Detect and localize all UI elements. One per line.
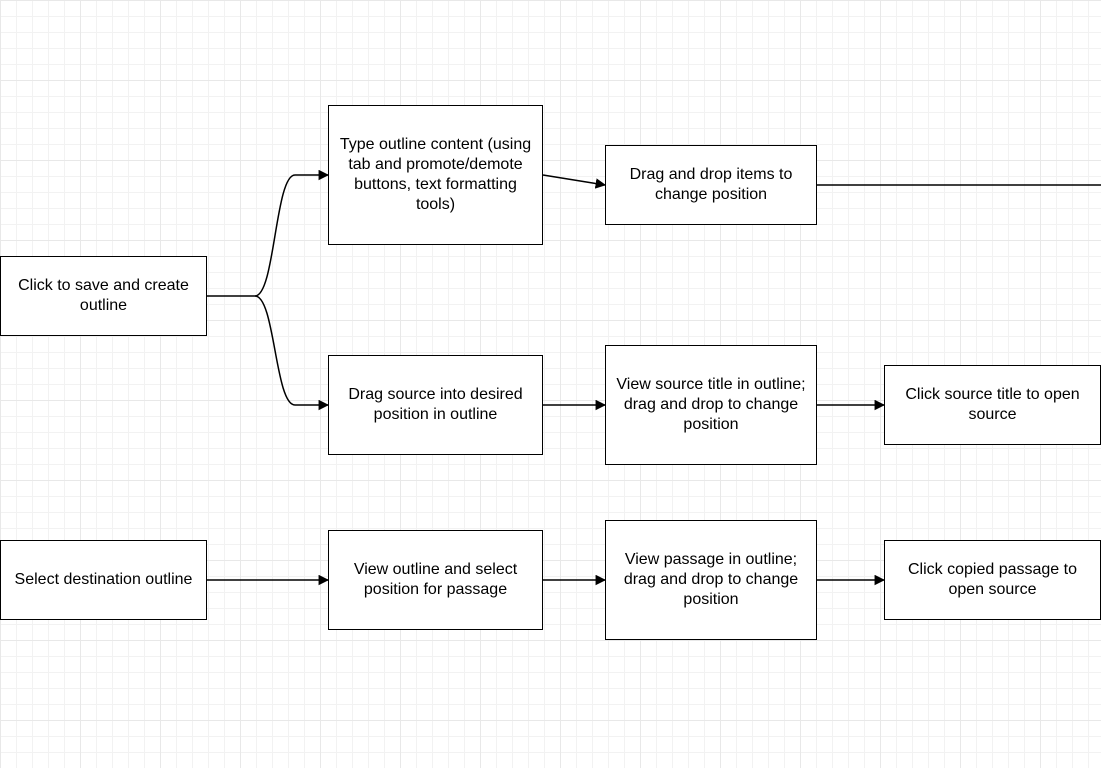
box-click-source-title: Click source title to open source: [884, 365, 1101, 445]
box-drag-items: Drag and drop items to change position: [605, 145, 817, 225]
box-label: Click to save and create outline: [9, 276, 198, 316]
box-label: Drag and drop items to change position: [614, 165, 808, 205]
box-label: View source title in outline; drag and d…: [614, 375, 808, 435]
box-view-outline-select: View outline and select position for pas…: [328, 530, 543, 630]
box-label: View outline and select position for pas…: [337, 560, 534, 600]
diagram-canvas: Click to save and create outline Type ou…: [0, 0, 1101, 768]
box-label: View passage in outline; drag and drop t…: [614, 550, 808, 610]
box-type-content: Type outline content (using tab and prom…: [328, 105, 543, 245]
box-view-source-title: View source title in outline; drag and d…: [605, 345, 817, 465]
box-select-dest: Select destination outline: [0, 540, 207, 620]
box-view-passage: View passage in outline; drag and drop t…: [605, 520, 817, 640]
box-label: Type outline content (using tab and prom…: [337, 135, 534, 215]
box-label: Drag source into desired position in out…: [337, 385, 534, 425]
box-label: Click copied passage to open source: [893, 560, 1092, 600]
box-drag-source: Drag source into desired position in out…: [328, 355, 543, 455]
box-save-create: Click to save and create outline: [0, 256, 207, 336]
box-click-copied: Click copied passage to open source: [884, 540, 1101, 620]
box-label: Click source title to open source: [893, 385, 1092, 425]
box-label: Select destination outline: [15, 570, 193, 590]
